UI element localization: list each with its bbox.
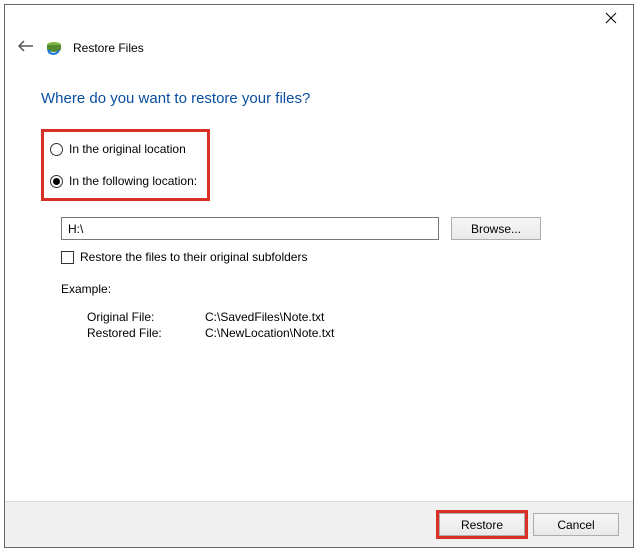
window-title: Restore Files [73,41,144,55]
close-icon [605,11,617,27]
radio-label: In the following location: [69,174,197,188]
example-original-key: Original File: [87,310,205,324]
cancel-label: Cancel [557,518,594,532]
example-original-val: C:\SavedFiles\Note.txt [205,310,597,324]
radio-following-location[interactable]: In the following location: [50,170,197,192]
back-arrow-icon[interactable] [17,37,35,58]
example-restored-val: C:\NewLocation\Note.txt [205,326,597,340]
footer: Restore Cancel [5,501,633,547]
page-heading: Where do you want to restore your files? [41,90,597,107]
radio-label: In the original location [69,142,186,156]
restore-app-icon [45,39,63,57]
example-restored-key: Restored File: [87,326,205,340]
close-button[interactable] [588,5,633,33]
radio-icon [50,175,63,188]
cancel-button[interactable]: Cancel [533,513,619,536]
header-row: Restore Files [5,35,633,64]
example-heading: Example: [61,282,597,296]
checkbox-icon [61,251,74,264]
radio-original-location[interactable]: In the original location [50,138,197,160]
subfolders-checkbox-row[interactable]: Restore the files to their original subf… [61,250,597,264]
dialog-window: Restore Files Where do you want to resto… [4,4,634,548]
browse-label: Browse... [471,222,521,236]
restore-label: Restore [461,518,503,532]
browse-button[interactable]: Browse... [451,217,541,240]
restore-button[interactable]: Restore [439,513,525,536]
content-area: Where do you want to restore your files?… [5,64,633,501]
example-grid: Original File: C:\SavedFiles\Note.txt Re… [87,310,597,340]
radio-icon [50,143,63,156]
example-block: Example: Original File: C:\SavedFiles\No… [61,282,597,340]
location-radio-group: In the original location In the followin… [41,129,210,201]
checkbox-label: Restore the files to their original subf… [80,250,307,264]
path-row: Browse... [61,217,597,240]
titlebar [5,5,633,35]
path-input[interactable] [61,217,439,240]
